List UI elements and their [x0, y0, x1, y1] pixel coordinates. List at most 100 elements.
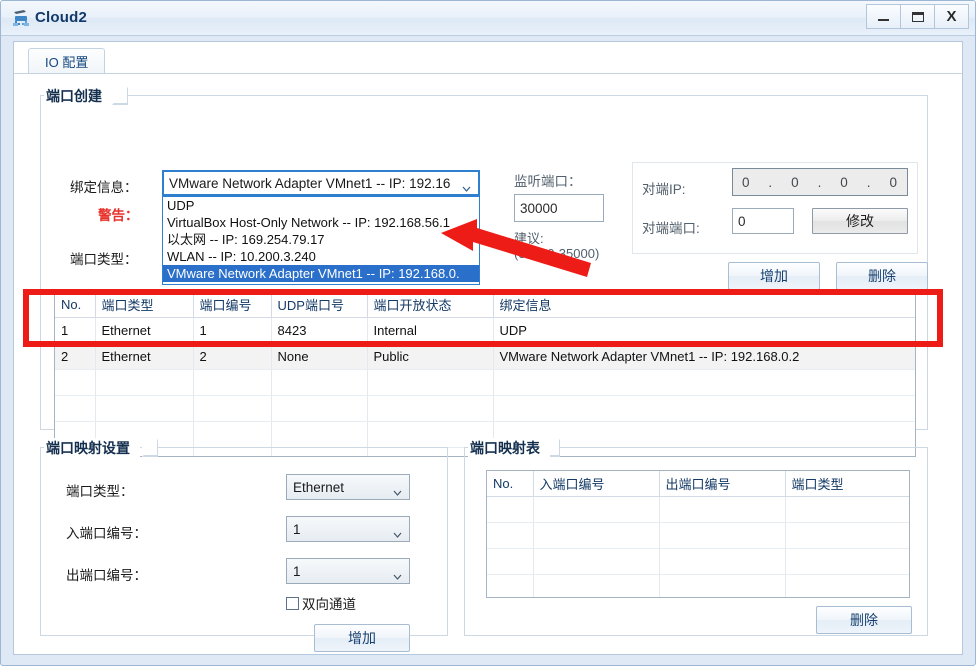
- bidirectional-checkbox[interactable]: 双向通道: [286, 593, 356, 613]
- port-table-col-state: 端口开放状态: [367, 292, 494, 318]
- window-frame: Cloud2 X IO 配置 端口创建 绑定信息： 警告： 端口类型： VMwa…: [0, 0, 976, 666]
- label-binding-info: 绑定信息：: [70, 180, 138, 195]
- dropdown-option[interactable]: 以太网 -- IP: 169.254.79.17: [163, 231, 479, 248]
- add-port-button-label: 增加: [760, 268, 788, 284]
- add-port-button[interactable]: 增加: [728, 262, 820, 290]
- group-mapping-table-title: 端口映射表: [468, 438, 550, 458]
- tab-io-config[interactable]: IO 配置: [28, 48, 106, 74]
- label-port-type: 端口类型：: [70, 252, 138, 267]
- label-suggest-range: (30000-35000): [514, 246, 600, 261]
- table-row-empty[interactable]: [487, 496, 909, 523]
- mapping-table-col-type: 端口类型: [785, 471, 909, 497]
- chevron-down-icon: [462, 180, 471, 192]
- chevron-down-icon: [393, 526, 402, 538]
- listen-port-input[interactable]: 30000: [514, 194, 604, 222]
- port-table-col-binding: 绑定信息: [493, 292, 915, 318]
- modify-button[interactable]: 修改: [812, 208, 908, 234]
- mapping-table-body: [487, 496, 909, 597]
- mapping-table-col-no: No.: [487, 471, 534, 497]
- ip-dot-separator: .: [866, 174, 872, 190]
- port-table-body: 1 Ethernet 1 8423 Internal UDP 2 Etherne…: [55, 317, 915, 456]
- client-area: IO 配置 端口创建 绑定信息： 警告： 端口类型： VMware Networ…: [13, 41, 963, 655]
- delete-port-button[interactable]: 删除: [836, 262, 928, 290]
- modify-button-label: 修改: [846, 213, 874, 229]
- table-row-empty[interactable]: [487, 522, 909, 549]
- cell-no: 2: [55, 343, 96, 370]
- binding-info-combobox[interactable]: VMware Network Adapter VMnet1 -- IP: 192…: [162, 170, 480, 196]
- mapping-delete-button-label: 删除: [850, 612, 878, 628]
- peer-ip-octet-3: 0: [840, 174, 849, 190]
- port-table-col-no: No.: [55, 292, 96, 318]
- cell-type: Ethernet: [95, 317, 194, 344]
- dropdown-option[interactable]: WLAN -- IP: 10.200.3.240: [163, 248, 479, 265]
- peer-ip-input[interactable]: 0 . 0 . 0 . 0: [732, 168, 908, 196]
- label-listen-port: 监听端口：: [514, 174, 582, 189]
- cell-binding: VMware Network Adapter VMnet1 -- IP: 192…: [493, 343, 915, 370]
- mapping-add-button[interactable]: 增加: [314, 624, 410, 652]
- cell-number: 1: [193, 317, 272, 344]
- minimize-button[interactable]: [866, 4, 901, 29]
- listen-port-value: 30000: [520, 200, 558, 216]
- table-row-empty[interactable]: [487, 548, 909, 575]
- binding-info-value: VMware Network Adapter VMnet1 -- IP: 192…: [169, 175, 451, 191]
- cell-no: 1: [55, 317, 96, 344]
- peer-ip-octet-4: 0: [889, 174, 898, 190]
- maximize-button[interactable]: [900, 4, 935, 29]
- port-table-grid: No. 端口类型 端口编号 UDP端口号 端口开放状态 绑定信息 1 Ether…: [55, 292, 915, 456]
- group-mapping-settings-title-slant: [142, 438, 158, 457]
- delete-port-button-label: 删除: [868, 268, 896, 284]
- mapping-port-type-value: Ethernet: [293, 479, 345, 495]
- label-mapping-port-type: 端口类型：: [66, 484, 134, 499]
- cell-state: Internal: [367, 317, 494, 344]
- mapping-port-type-combobox[interactable]: Ethernet: [286, 474, 410, 500]
- mapping-table-header-row: No. 入端口编号 出端口编号 端口类型: [487, 471, 909, 497]
- tab-underline: [14, 73, 962, 74]
- checkbox-icon: [286, 596, 299, 610]
- dropdown-option[interactable]: VirtualBox Host-Only Network -- IP: 192.…: [163, 214, 479, 231]
- tab-label: IO 配置: [45, 55, 89, 70]
- label-in-port-number: 入端口编号：: [66, 526, 147, 541]
- dropdown-option-selected[interactable]: VMware Network Adapter VMnet1 -- IP: 192…: [163, 265, 479, 282]
- close-button[interactable]: X: [934, 4, 969, 29]
- mapping-table-col-out: 出端口编号: [659, 471, 786, 497]
- table-row[interactable]: 1 Ethernet 1 8423 Internal UDP: [55, 317, 915, 344]
- group-mapping-settings: 端口映射设置 端口类型： Ethernet 入端口编号： 1 出端口编号： 1 …: [40, 438, 448, 652]
- table-row[interactable]: 2 Ethernet 2 None Public VMware Network …: [55, 343, 915, 370]
- group-port-create: 端口创建 绑定信息： 警告： 端口类型： VMware Network Adap…: [40, 86, 928, 457]
- mapping-delete-button[interactable]: 删除: [816, 606, 912, 634]
- cell-binding: UDP: [493, 317, 915, 344]
- mapping-add-button-label: 增加: [348, 630, 376, 646]
- port-table-header-row: No. 端口类型 端口编号 UDP端口号 端口开放状态 绑定信息: [55, 292, 915, 318]
- label-suggest: 建议:: [514, 231, 544, 246]
- peer-ip-octet-2: 0: [791, 174, 800, 190]
- peer-port-input[interactable]: 0: [732, 208, 794, 234]
- cell-type: Ethernet: [95, 343, 194, 370]
- dropdown-option[interactable]: UDP: [163, 197, 479, 214]
- bidirectional-label: 双向通道: [302, 597, 356, 612]
- table-row-empty[interactable]: [487, 574, 909, 597]
- mapping-table[interactable]: No. 入端口编号 出端口编号 端口类型: [486, 470, 910, 598]
- peer-ip-octet-1: 0: [741, 174, 751, 190]
- ip-dot-separator: .: [817, 174, 823, 190]
- application-window: Cloud2 X IO 配置 端口创建 绑定信息： 警告： 端口类型： VMwa…: [0, 0, 976, 666]
- group-port-create-title-slant: [112, 86, 128, 105]
- binding-info-dropdown-list[interactable]: UDP VirtualBox Host-Only Network -- IP: …: [162, 196, 480, 285]
- group-mapping-settings-title: 端口映射设置: [44, 438, 140, 458]
- title-bar: Cloud2 X: [1, 1, 975, 36]
- close-icon: X: [946, 8, 957, 25]
- chevron-down-icon: [393, 484, 402, 496]
- window-title: Cloud2: [35, 9, 88, 26]
- cell-state: Public: [367, 343, 494, 370]
- out-port-number-combobox[interactable]: 1: [286, 558, 410, 584]
- out-port-number-value: 1: [293, 563, 301, 579]
- port-table[interactable]: No. 端口类型 端口编号 UDP端口号 端口开放状态 绑定信息 1 Ether…: [54, 291, 916, 457]
- peer-port-value: 0: [738, 213, 746, 229]
- group-mapping-table: 端口映射表 No. 入端口编号 出端口编号 端口类型 删除: [464, 438, 928, 636]
- table-row-empty[interactable]: [55, 369, 915, 396]
- table-row-empty[interactable]: [55, 395, 915, 422]
- group-port-create-title: 端口创建: [44, 86, 112, 106]
- mapping-table-grid: No. 入端口编号 出端口编号 端口类型: [487, 471, 909, 597]
- in-port-number-combobox[interactable]: 1: [286, 516, 410, 542]
- label-warning: 警告：: [98, 208, 139, 223]
- cloud-network-icon: [11, 8, 31, 28]
